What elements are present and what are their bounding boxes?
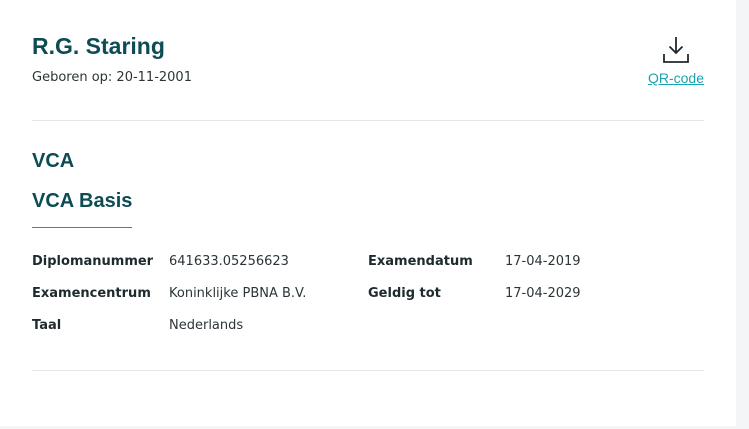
examendatum-label: Examendatum [368,254,473,269]
certificate-category: VCA [32,150,75,172]
examencentrum-label: Examencentrum [32,286,151,301]
diploma-title: VCA Basis [32,190,133,212]
diplomanummer-value: 641633.05256623 [169,254,289,269]
geldig-tot-value: 17-04-2029 [505,286,581,301]
examencentrum-value: Koninklijke PBNA B.V. [169,286,307,301]
taal-value: Nederlands [169,318,244,333]
examendatum-value: 17-04-2019 [505,254,581,269]
certificate-card: R.G. Staring Geboren op: 20-11-2001 QR-c… [0,0,736,426]
date-of-birth: Geboren op: 20-11-2001 [32,70,192,85]
footer-divider [32,370,704,371]
geldig-tot-label: Geldig tot [368,286,441,301]
taal-label: Taal [32,318,62,333]
qr-code-download[interactable]: QR-code [644,34,708,86]
person-name: R.G. Staring [32,33,165,59]
diploma-title-underline [32,227,132,228]
header-divider [32,120,704,121]
download-icon[interactable] [644,34,708,64]
qr-code-link[interactable]: QR-code [644,70,708,86]
diplomanummer-label: Diplomanummer [32,254,154,269]
